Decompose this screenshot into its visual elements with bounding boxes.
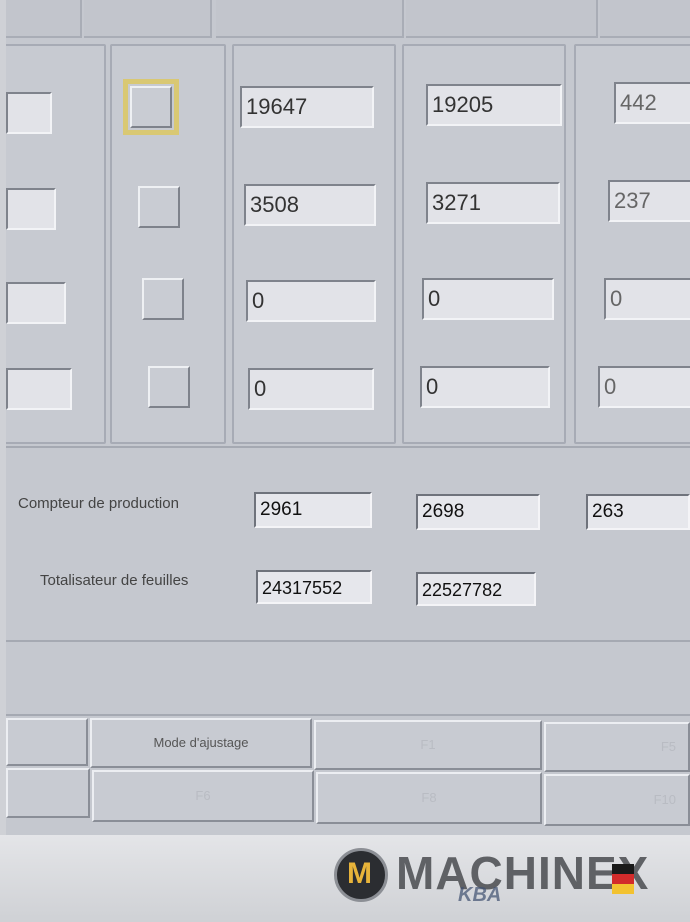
german-flag-icon	[612, 864, 634, 894]
softkey-1[interactable]	[6, 718, 88, 766]
row-name-field[interactable]	[6, 282, 66, 324]
sheet-totalizer-label: Totalisateur de feuilles	[40, 572, 189, 589]
row-select-checkbox[interactable]	[148, 366, 190, 408]
header-cell	[6, 0, 82, 38]
softkey-f5[interactable]: F5	[544, 722, 690, 772]
row3-col3-field[interactable]: 0	[604, 278, 690, 320]
row4-col1-field[interactable]: 0	[248, 368, 374, 410]
row1-col1-field[interactable]: 19647	[240, 86, 374, 128]
row3-col2-field[interactable]: 0	[422, 278, 554, 320]
softkey-f6[interactable]: F6	[92, 770, 314, 822]
production-counter-label: Compteur de production	[18, 495, 179, 512]
row3-col1-field[interactable]: 0	[246, 280, 376, 322]
softkey-f8-label: F8	[421, 790, 437, 805]
hmi-screen: 19647 19205 442 3508 3271 237 0 0 0 0 0 …	[6, 0, 690, 835]
softkey-f1-label: F1	[420, 737, 436, 752]
production-counter-1: 2961	[254, 492, 372, 528]
row-name-field[interactable]	[6, 92, 52, 134]
sheet-totalizer-2: 22527782	[416, 572, 536, 606]
sheet-totalizer-1: 24317552	[256, 570, 372, 604]
row2-col2-field[interactable]: 3271	[426, 182, 560, 224]
row-select-checkbox[interactable]	[142, 278, 184, 320]
adjust-mode-button[interactable]: Mode d'ajustage	[90, 718, 312, 768]
row-name-field[interactable]	[6, 188, 56, 230]
softkey-2[interactable]	[6, 768, 90, 818]
row1-col3-field[interactable]: 442	[614, 82, 690, 124]
production-counter-3: 263	[586, 494, 690, 530]
watermark-logo: M MACHINEX KBA	[334, 844, 688, 908]
softkey-f10-label: F10	[653, 792, 676, 807]
row2-col3-field[interactable]: 237	[608, 180, 690, 222]
row4-col3-field[interactable]: 0	[598, 366, 690, 408]
divider	[6, 640, 690, 642]
header-cell	[216, 0, 404, 38]
row-select-checkbox[interactable]	[138, 186, 180, 228]
softkey-f8[interactable]: F8	[316, 772, 542, 824]
header-cell	[600, 0, 690, 38]
header-cell	[406, 0, 598, 38]
divider	[6, 714, 690, 716]
softkey-f5-label: F5	[660, 739, 676, 754]
adjust-mode-label: Mode d'ajustage	[153, 735, 249, 750]
machinex-logo-icon: M	[334, 848, 388, 902]
row4-col2-field[interactable]: 0	[420, 366, 550, 408]
row-select-checkbox[interactable]	[123, 79, 179, 135]
softkey-f10[interactable]: F10	[544, 774, 690, 826]
softkey-f6-label: F6	[195, 788, 211, 803]
watermark-sub: KBA	[458, 884, 502, 906]
row2-col1-field[interactable]: 3508	[244, 184, 376, 226]
softkey-f1[interactable]: F1	[314, 720, 542, 770]
row-name-field[interactable]	[6, 368, 72, 410]
header-cell	[84, 0, 212, 38]
divider	[6, 446, 690, 448]
production-counter-2: 2698	[416, 494, 540, 530]
row1-col2-field[interactable]: 19205	[426, 84, 562, 126]
